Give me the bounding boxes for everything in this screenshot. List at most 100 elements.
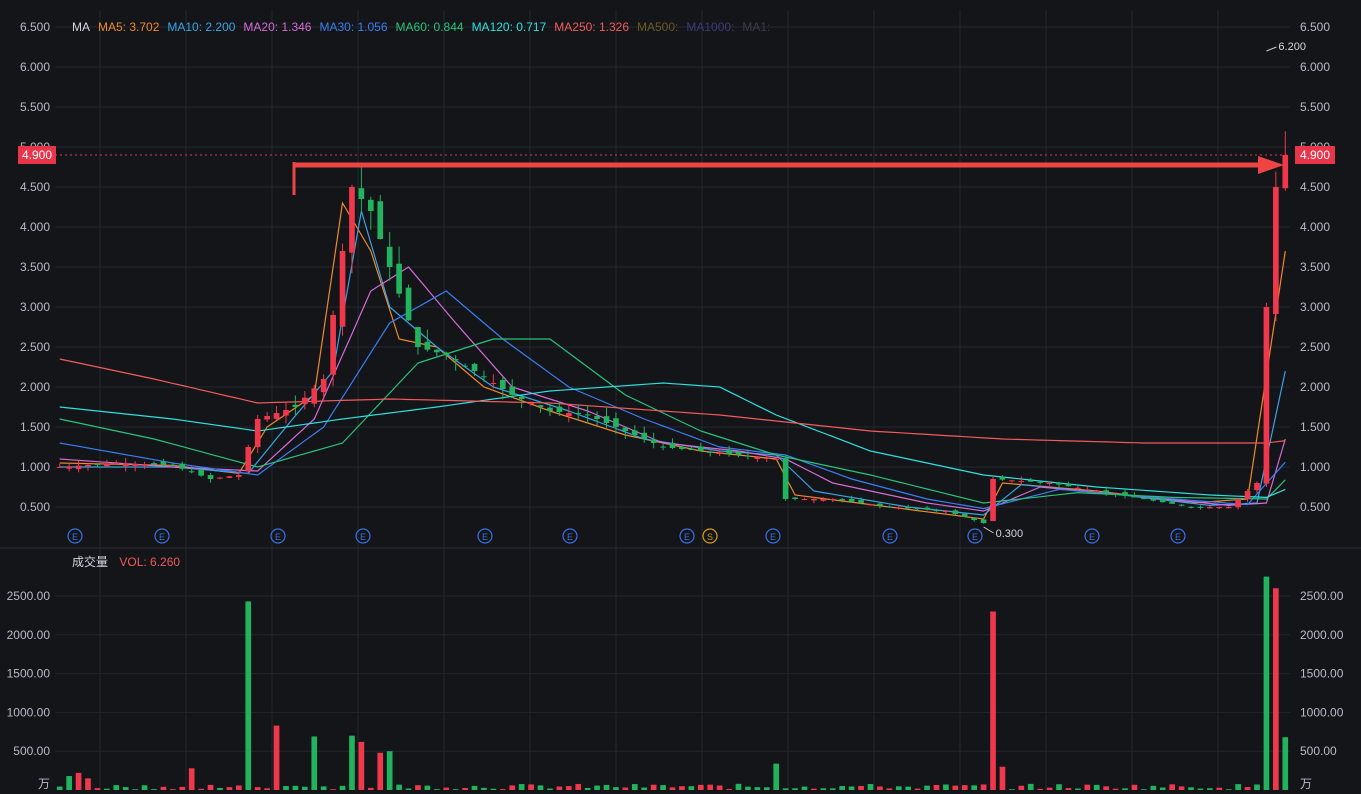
candle-body — [1150, 498, 1157, 501]
candle-body — [1131, 495, 1138, 498]
candle-body — [622, 427, 629, 431]
candle-body — [697, 446, 704, 451]
volume-bar — [471, 785, 478, 790]
candle-body — [499, 379, 506, 389]
candle-body — [396, 263, 402, 294]
candle-body — [386, 246, 393, 267]
candle-body — [405, 287, 412, 321]
candle-body — [839, 499, 846, 501]
candle-body — [320, 379, 327, 393]
price-tick-right: 3.000 — [1300, 300, 1330, 314]
volume-bar — [1178, 786, 1185, 790]
volume-bar — [594, 785, 600, 790]
event-marker-label: S — [707, 532, 713, 542]
volume-bar — [961, 785, 968, 790]
candle-body — [160, 461, 167, 465]
volume-bars — [56, 576, 1289, 790]
volume-bar — [754, 787, 761, 790]
volume-bar — [292, 785, 299, 790]
candle-body — [641, 432, 648, 439]
candle-body — [877, 503, 883, 506]
volume-tick-right: 2000.00 — [1300, 628, 1344, 642]
ma-legend-item: MA5: 3.702 — [98, 20, 160, 34]
event-marker-earnings[interactable]: E — [154, 528, 170, 544]
volume-bar — [132, 789, 138, 790]
volume-bar — [1075, 788, 1081, 790]
volume-bar — [75, 772, 82, 790]
candle-body — [735, 451, 742, 455]
candle-body — [1018, 481, 1025, 482]
volume-bar — [1009, 789, 1015, 790]
volume-bar — [160, 786, 167, 790]
price-tick-left: 6.000 — [20, 60, 50, 74]
ma-legend-item: MA20: 1.346 — [243, 20, 311, 34]
volume-bar — [971, 785, 978, 790]
moving-average-lines — [59, 201, 1286, 520]
event-marker-earnings[interactable]: E — [1170, 528, 1186, 544]
event-marker-earnings[interactable]: E — [477, 528, 493, 544]
price-tick-left: 1.500 — [20, 420, 50, 434]
ma-line-ma250 — [59, 358, 1286, 444]
event-marker-earnings[interactable]: E — [765, 528, 781, 544]
volume-bar — [1046, 787, 1053, 790]
candle-body — [66, 466, 72, 469]
candle-body — [1282, 155, 1289, 189]
event-marker-earnings[interactable]: E — [270, 528, 286, 544]
volume-bar — [85, 778, 91, 790]
volume-bar — [396, 784, 402, 790]
volume-bar — [339, 785, 346, 790]
ma-legend-item: MA500: — [637, 20, 678, 34]
event-marker-label: E — [72, 532, 78, 542]
volume-bar — [56, 786, 63, 790]
volume-bar — [518, 784, 525, 790]
volume-bar — [801, 786, 808, 790]
ma-legend-item: MA60: 0.844 — [396, 20, 464, 34]
volume-bar — [433, 789, 440, 790]
event-marker-earnings[interactable]: E — [679, 528, 695, 544]
event-marker-earnings[interactable]: E — [1084, 528, 1100, 544]
volume-bar — [575, 783, 582, 790]
price-tick-right: 6.000 — [1300, 60, 1330, 74]
event-marker-earnings[interactable]: E — [67, 528, 83, 544]
price-tick-left: 4.500 — [20, 180, 50, 194]
candle-body — [1056, 482, 1062, 485]
volume-bar — [905, 786, 912, 790]
candle-body — [311, 388, 318, 404]
candle-body — [990, 479, 996, 522]
event-marker-earnings[interactable]: E — [967, 528, 983, 544]
volume-bar — [952, 785, 959, 790]
event-marker-label: E — [684, 532, 690, 542]
volume-bar — [170, 789, 176, 790]
candle-body — [575, 413, 582, 415]
event-marker-split[interactable]: S — [702, 528, 718, 544]
candle-body — [358, 188, 365, 199]
candle-body — [716, 453, 723, 455]
volume-bar — [565, 786, 572, 790]
price-tick-left: 4.000 — [20, 220, 50, 234]
event-marker-earnings[interactable]: E — [562, 528, 578, 544]
volume-tick-left: 2000.00 — [7, 628, 51, 642]
candle-body — [424, 341, 431, 350]
axis-labels: 0.500 0.500 1.000 1.000 1.500 1.500 2.000 2.000… — [7, 20, 1344, 791]
volume-bar — [726, 788, 732, 790]
volume-legend[interactable]: 成交量 VOL: 6.260 — [72, 554, 180, 569]
volume-bar — [358, 741, 365, 790]
volume-bar — [1037, 788, 1043, 790]
ma-legend[interactable]: MA MA5: 3.702 MA10: 2.200 MA20: 1.346 MA30: … — [72, 20, 770, 34]
volume-bar — [1169, 784, 1175, 790]
price-tick-left: 2.500 — [20, 340, 50, 354]
volume-legend-title: 成交量 — [72, 554, 108, 569]
volume-bar — [320, 786, 327, 790]
candle-body — [94, 463, 101, 465]
volume-bar — [264, 788, 270, 790]
stock-chart[interactable]: 0.500 0.500 1.000 1.000 1.500 1.500 2.000 2.000… — [0, 0, 1361, 794]
volume-bar — [1018, 785, 1025, 790]
volume-bar — [1122, 788, 1128, 790]
candle-body — [999, 476, 1006, 480]
candle-body — [1093, 491, 1100, 492]
volume-bar — [858, 785, 864, 790]
volume-bar — [697, 784, 704, 790]
volume-bar — [547, 788, 553, 790]
event-marker-earnings[interactable]: E — [882, 528, 898, 544]
volume-bar — [452, 789, 459, 790]
